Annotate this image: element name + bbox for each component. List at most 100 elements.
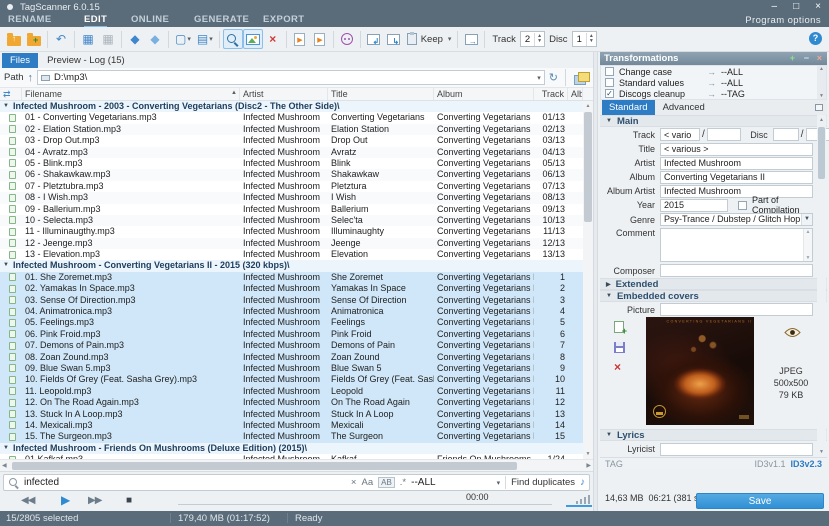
stop-button[interactable]: ■ [126, 495, 132, 506]
collapse-groups-icon[interactable]: ◆ [145, 29, 165, 49]
close-panel-icon[interactable]: × [817, 53, 822, 63]
regex-icon[interactable]: .* [400, 477, 406, 488]
column-artist[interactable]: Artist [240, 88, 328, 100]
disc-number-field[interactable] [772, 128, 799, 141]
undo-icon[interactable]: ↶ [51, 29, 71, 49]
search-panel-icon[interactable] [222, 29, 243, 49]
file-row[interactable]: 01 - Converting Vegetarians.mp3 Infected … [0, 112, 583, 123]
path-value[interactable]: D:\mp3\ [54, 72, 533, 83]
play-selected-icon[interactable] [310, 29, 330, 49]
minimize-button[interactable]: – [772, 1, 778, 12]
file-row[interactable]: 02. Yamakas In Space.mp3 Infected Mushroo… [0, 283, 583, 295]
file-row[interactable]: 06. Pink Froid.mp3 Infected Mushroom Pink … [0, 328, 583, 341]
file-row[interactable]: 08. Zoan Zound.mp3 Infected Mushroom Zoan … [0, 351, 583, 363]
group-header-row[interactable]: ▼ Infected Mushroom - 2003 - Converting V… [0, 101, 583, 113]
disc-spinner[interactable]: 1 ▲ ▼ [571, 31, 597, 47]
select-none-icon[interactable]: ▦ [98, 29, 118, 49]
add-cover-icon[interactable] [614, 321, 627, 336]
year-field[interactable] [660, 198, 728, 212]
hscroll-thumb[interactable] [12, 462, 517, 470]
path-dropdown-icon[interactable]: ▾ [537, 74, 541, 82]
genre-dropdown-icon[interactable]: ▼ [801, 214, 812, 225]
lyricist-field[interactable] [660, 442, 813, 456]
column-album[interactable]: Album [434, 88, 534, 100]
clear-search-icon[interactable]: × [351, 477, 357, 488]
file-row[interactable]: 07. Demons of Pain.mp3 Infected Mushroom D… [0, 340, 583, 352]
composer-field[interactable] [660, 264, 813, 277]
open-folder-icon[interactable]: ↑ [4, 29, 24, 49]
scroll-up-icon[interactable]: ▲ [583, 101, 593, 111]
group-collapse-icon[interactable]: ▼ [3, 260, 9, 271]
menu-generate[interactable]: GENERATE [194, 14, 249, 25]
save-cover-icon[interactable] [614, 342, 625, 353]
discogs-cleanup-checkbox[interactable]: ✓ [605, 89, 614, 98]
menu-edit[interactable]: EDIT [84, 14, 108, 28]
scroll-down-icon[interactable]: ▼ [583, 449, 593, 459]
file-row[interactable]: 11 - Illuminaugthy.mp3 Infected Mushroom I… [0, 226, 583, 237]
volume-icon[interactable] [566, 495, 592, 507]
export-list-icon[interactable]: → [461, 29, 481, 49]
save-button[interactable]: Save [696, 493, 824, 509]
track-number-field[interactable] [660, 128, 700, 141]
whole-word-icon[interactable]: AB [378, 477, 395, 488]
search-scope-dropdown[interactable]: --ALL ▾ [411, 477, 500, 488]
mask-editor-icon[interactable] [337, 29, 357, 49]
scroll-left-icon[interactable]: ◀ [2, 461, 7, 471]
delete-cover-icon[interactable]: × [614, 361, 630, 373]
transform-item[interactable]: ✓ Discogs cleanup → --TAG [601, 88, 826, 99]
tab-preview-log[interactable]: Preview - Log (15) [39, 53, 133, 68]
file-row[interactable]: 14. Mexicali.mp3 Infected Mushroom Mexical… [0, 419, 583, 432]
file-row[interactable]: 12. On The Road Again.mp3 Infected Mushro… [0, 397, 583, 409]
shuffle-icon[interactable]: ⇄ [3, 89, 11, 99]
file-row[interactable]: 13. Stuck In A Loop.mp3 Infected Mushroom… [0, 408, 583, 420]
vertical-scrollbar[interactable]: ▲ ▼ [583, 101, 593, 459]
menu-online[interactable]: ONLINE [131, 14, 169, 25]
compilation-checkbox[interactable] [738, 200, 747, 210]
group-header-row[interactable]: ▼ Infected Mushroom - Friends On Mushroom… [0, 442, 583, 455]
program-options-link[interactable]: Program options [745, 15, 821, 26]
refresh-icon[interactable]: ↻ [549, 71, 558, 84]
find-duplicates-button[interactable]: Find duplicates [511, 477, 575, 488]
menu-export[interactable]: EXPORT [263, 14, 304, 25]
file-row[interactable]: 02 - Elation Station.mp3 Infected Mushroo… [0, 123, 583, 136]
panel-collapse-icon[interactable] [815, 104, 823, 111]
select-all-icon[interactable]: ▦ [78, 29, 98, 49]
standard-values-checkbox[interactable] [605, 78, 614, 87]
tab-standard[interactable]: Standard [602, 100, 655, 115]
file-row[interactable]: 07 - Pletztubra.mp3 Infected Mushroom Plet… [0, 181, 583, 192]
file-row[interactable]: 12 - Jeenge.mp3 Infected Mushroom Jeenge Co… [0, 237, 583, 250]
track-total-field[interactable] [706, 128, 741, 141]
group-collapse-icon[interactable]: ▼ [3, 101, 9, 112]
search-input[interactable] [24, 477, 346, 488]
next-track-button[interactable]: ▶▶ [88, 495, 102, 506]
file-row[interactable]: 03. Sense Of Direction.mp3 Infected Mushr… [0, 294, 583, 307]
play-file-icon[interactable] [290, 29, 310, 49]
tab-advanced[interactable]: Advanced [656, 100, 712, 115]
file-row[interactable]: 01. She Zoremet.mp3 Infected Mushroom She … [0, 271, 583, 284]
parent-folder-icon[interactable]: ↑ [28, 72, 34, 84]
expand-groups-icon[interactable]: ◆ [125, 29, 145, 49]
scroll-right-icon[interactable]: ▶ [586, 461, 591, 471]
id3v2-badge[interactable]: ID3v2.3 [790, 459, 822, 469]
form-scroll-thumb[interactable] [818, 127, 825, 179]
tab-files[interactable]: Files [2, 53, 39, 68]
section-main[interactable]: ▼ Main [600, 115, 827, 127]
selection-mode-icon[interactable]: ▢ ▾ [172, 29, 194, 49]
copy-window-icon[interactable]: ↳ [384, 29, 404, 49]
case-sensitive-icon[interactable]: Aa [361, 477, 373, 488]
file-row[interactable]: 09 - Ballerium.mp3 Infected Mushroom Balle… [0, 204, 583, 215]
album-field[interactable] [660, 170, 813, 184]
column-album-artist[interactable]: Alb [568, 88, 583, 100]
file-row[interactable]: 08 - I Wish.mp3 Infected Mushroom I Wish Co… [0, 192, 583, 204]
seek-bar[interactable] [178, 504, 552, 505]
file-row[interactable]: 10. Fields Of Grey (Feat. Sasha Grey).mp… [0, 374, 583, 386]
transform-item[interactable]: Change case → --ALL [601, 66, 826, 77]
help-icon[interactable]: ? [809, 32, 822, 45]
title-field[interactable] [660, 142, 813, 156]
album-art[interactable]: CONVERTING VEGETARIANS II [646, 317, 754, 425]
id3v1-badge[interactable]: ID3v1.1 [754, 459, 785, 469]
section-lyrics[interactable]: ▼ Lyrics [600, 429, 827, 441]
file-row[interactable]: 10 - Selecta.mp3 Infected Mushroom Selec't… [0, 214, 583, 227]
file-row[interactable]: 05. Feelings.mp3 Infected Mushroom Feeling… [0, 317, 583, 329]
add-folder-icon[interactable]: + [24, 29, 44, 49]
